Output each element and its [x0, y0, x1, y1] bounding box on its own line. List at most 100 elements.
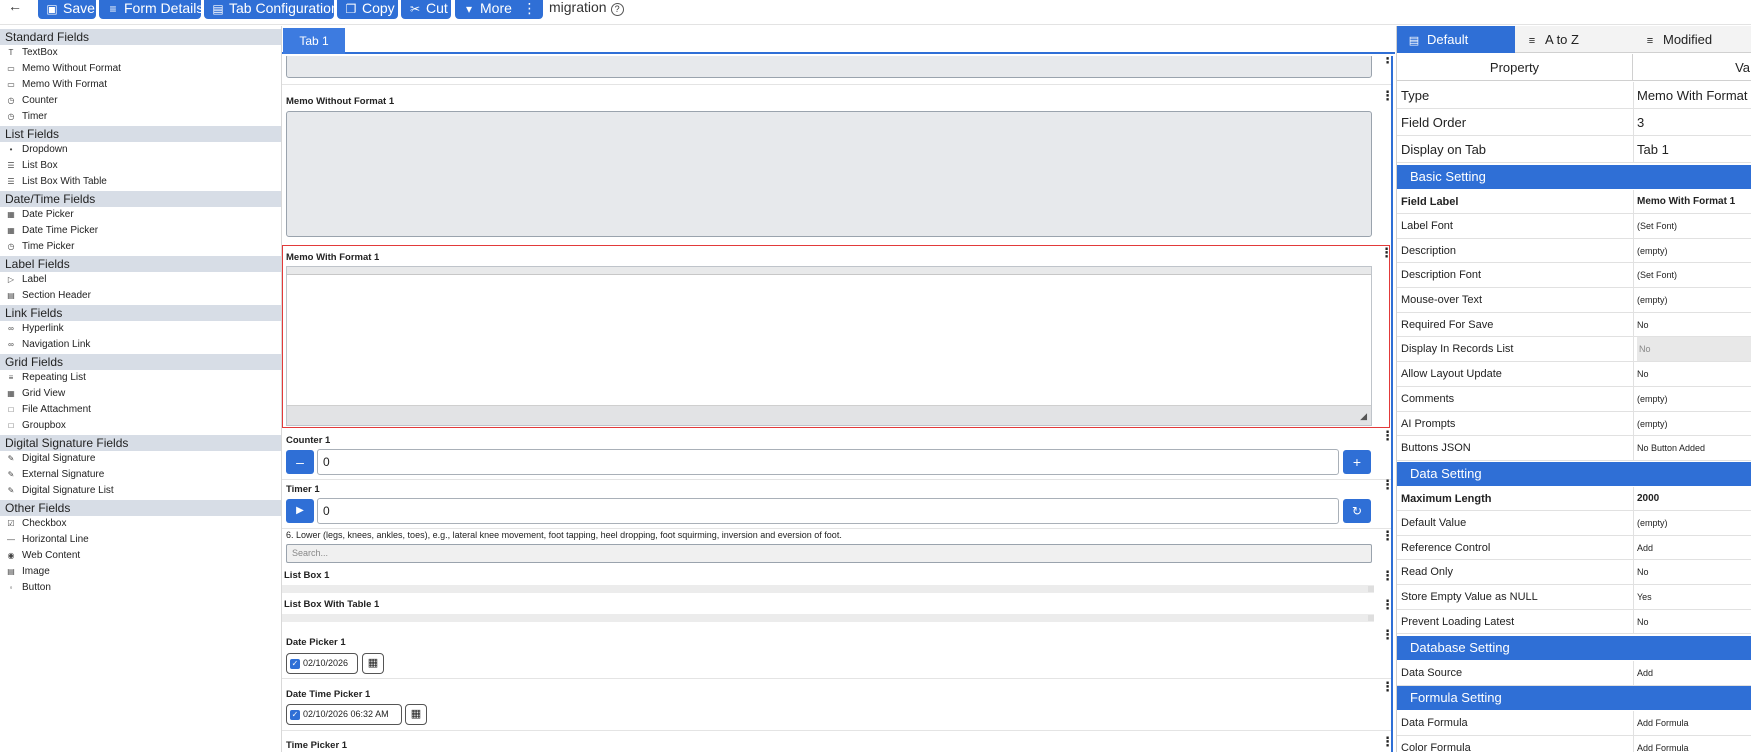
property-row[interactable]: Data Formula Add Formula [1397, 711, 1751, 736]
property-row[interactable]: Read Only No [1397, 560, 1751, 585]
copy-button[interactable]: ❐ Copy [337, 0, 398, 19]
kebab-menu-button[interactable]: ⋮ [516, 0, 543, 19]
palette-item-digital-signature[interactable]: ✎ Digital Signature [0, 451, 281, 467]
palette-item-horizontal-line[interactable]: — Horizontal Line [0, 532, 281, 548]
calendar-icon[interactable]: ▦ [405, 704, 427, 725]
palette-item-timer[interactable]: ◷ Timer [0, 109, 281, 125]
play-icon[interactable]: ▶ [286, 499, 314, 523]
palette-item-web-content[interactable]: ◉ Web Content [0, 548, 281, 564]
palette-item-textbox[interactable]: T TextBox [0, 45, 281, 61]
palette-item-time-picker[interactable]: ◷ Time Picker [0, 239, 281, 255]
property-row[interactable]: Mouse-over Text (empty) [1397, 288, 1751, 313]
date-picker-input[interactable]: ✓ 02/10/2026 [286, 653, 358, 674]
date-time-picker-input[interactable]: ✓ 02/10/2026 06:32 AM [286, 704, 402, 725]
rich-text-editor[interactable]: ◢ [286, 266, 1372, 426]
palette-item-counter[interactable]: ◷ Counter [0, 93, 281, 109]
property-row[interactable]: Field Order 3 [1397, 109, 1751, 136]
data-setting-section[interactable]: Data Setting [1397, 462, 1751, 486]
palette-item-date-picker[interactable]: ▦ Date Picker [0, 207, 281, 223]
property-row[interactable]: Comments (empty) [1397, 387, 1751, 412]
tab-modified[interactable]: ≡ Modified [1633, 26, 1751, 53]
field-menu-icon[interactable]: ⋮ [1381, 680, 1391, 695]
save-button[interactable]: ▣ Save [38, 0, 96, 19]
palette-item-section-header[interactable]: ▤ Section Header [0, 288, 281, 304]
list-box-table-field[interactable] [282, 614, 1374, 622]
back-arrow-icon[interactable]: ← [8, 0, 28, 14]
checkbox-checked-icon[interactable]: ✓ [290, 710, 300, 720]
dropdown-search-input[interactable]: Search... [286, 544, 1372, 563]
textbox-icon: T [8, 48, 14, 57]
property-row[interactable]: Required For Save No [1397, 313, 1751, 337]
property-row[interactable]: Allow Layout Update No [1397, 362, 1751, 387]
palette-item-repeating-list[interactable]: ≡ Repeating List [0, 370, 281, 386]
property-row[interactable]: Type Memo With Format [1397, 82, 1751, 109]
property-row[interactable]: Maximum Length 2000 [1397, 487, 1751, 511]
field-menu-icon[interactable]: ⋮ [1381, 598, 1391, 613]
palette-item-digital-signature-list[interactable]: ✎ Digital Signature List [0, 483, 281, 499]
field-menu-icon[interactable]: ⋮ [1381, 429, 1391, 444]
counter-decrement-button[interactable]: – [286, 450, 314, 474]
basic-setting-section[interactable]: Basic Setting [1397, 165, 1751, 189]
field-menu-icon[interactable]: ⋮ [1381, 569, 1391, 584]
property-row[interactable]: Default Value (empty) [1397, 511, 1751, 536]
resize-grip-icon[interactable]: ◢ [1360, 411, 1367, 422]
palette-item-date-time-picker[interactable]: ▦ Date Time Picker [0, 223, 281, 239]
property-row[interactable]: Field Label Memo With Format 1 [1397, 190, 1751, 214]
field-menu-icon[interactable]: ⋮ [1381, 735, 1391, 750]
palette-item-navigation-link[interactable]: ∞ Navigation Link [0, 337, 281, 353]
field-menu-icon[interactable]: ⋮ [1380, 246, 1391, 261]
palette-item-file-attachment[interactable]: □ File Attachment [0, 402, 281, 418]
list-box-field[interactable] [282, 585, 1374, 593]
timer-input[interactable]: 0 [317, 498, 1339, 524]
tab-configuration-button[interactable]: ▤ Tab Configuration [204, 0, 334, 19]
tab-default[interactable]: ▤ Default [1397, 26, 1515, 53]
scroll-handle[interactable] [1368, 586, 1374, 592]
memo-without-format-field[interactable] [286, 111, 1372, 237]
property-row[interactable]: Color Formula Add Formula [1397, 736, 1751, 752]
palette-item-dropdown[interactable]: • Dropdown [0, 142, 281, 158]
palette-item-memo-without-format[interactable]: ▭ Memo Without Format [0, 61, 281, 77]
formula-setting-section[interactable]: Formula Setting [1397, 686, 1751, 710]
cut-button[interactable]: ✂ Cut [401, 0, 451, 19]
palette-item-list-box-with-table[interactable]: ☰ List Box With Table [0, 174, 281, 190]
counter-input[interactable]: 0 [317, 449, 1339, 475]
database-setting-section[interactable]: Database Setting [1397, 636, 1751, 660]
palette-item-list-box[interactable]: ☰ List Box [0, 158, 281, 174]
property-row[interactable]: Reference Control Add [1397, 536, 1751, 560]
checkbox-checked-icon[interactable]: ✓ [290, 659, 300, 669]
counter-increment-button[interactable]: + [1343, 450, 1371, 474]
field-menu-icon[interactable]: ⋮ [1381, 56, 1391, 67]
property-row[interactable]: Description Font (Set Font) [1397, 263, 1751, 288]
field-menu-icon[interactable]: ⋮ [1381, 628, 1391, 643]
palette-item-hyperlink[interactable]: ∞ Hyperlink [0, 321, 281, 337]
palette-item-label[interactable]: ▷ Label [0, 272, 281, 288]
palette-item-memo-with-format[interactable]: ▭ Memo With Format [0, 77, 281, 93]
reset-icon[interactable]: ↻ [1343, 499, 1371, 523]
field-menu-icon[interactable]: ⋮ [1381, 89, 1391, 104]
palette-item-external-signature[interactable]: ✎ External Signature [0, 467, 281, 483]
memo-with-format-container[interactable]: Memo With Format 1 ⋮ ◢ [282, 245, 1391, 428]
field-menu-icon[interactable]: ⋮ [1381, 529, 1391, 544]
property-row[interactable]: Buttons JSON No Button Added [1397, 436, 1751, 461]
property-row[interactable]: Display In Records List No [1397, 337, 1751, 362]
palette-item-groupbox[interactable]: □ Groupbox [0, 418, 281, 434]
help-icon[interactable]: ? [610, 3, 624, 16]
form-details-button[interactable]: ≡ Form Details [99, 0, 201, 19]
property-row[interactable]: AI Prompts (empty) [1397, 412, 1751, 436]
property-row[interactable]: Description (empty) [1397, 239, 1751, 263]
palette-item-image[interactable]: ▤ Image [0, 564, 281, 580]
scroll-handle[interactable] [1368, 615, 1374, 621]
tab-a-to-z[interactable]: ≡ A to Z [1515, 26, 1633, 53]
property-row[interactable]: Prevent Loading Latest No [1397, 610, 1751, 634]
field-menu-icon[interactable]: ⋮ [1381, 478, 1391, 493]
textbox-field[interactable] [286, 56, 1372, 78]
palette-item-grid-view[interactable]: ▦ Grid View [0, 386, 281, 402]
calendar-icon[interactable]: ▦ [362, 653, 384, 674]
tab-1[interactable]: Tab 1 [283, 28, 345, 54]
palette-item-button[interactable]: ◦ Button [0, 580, 281, 596]
property-row[interactable]: Store Empty Value as NULL Yes [1397, 585, 1751, 610]
palette-item-checkbox[interactable]: ☑ Checkbox [0, 516, 281, 532]
property-row[interactable]: Data Source Add [1397, 661, 1751, 686]
property-row[interactable]: Label Font (Set Font) [1397, 214, 1751, 239]
property-row[interactable]: Display on Tab Tab 1 [1397, 136, 1751, 163]
